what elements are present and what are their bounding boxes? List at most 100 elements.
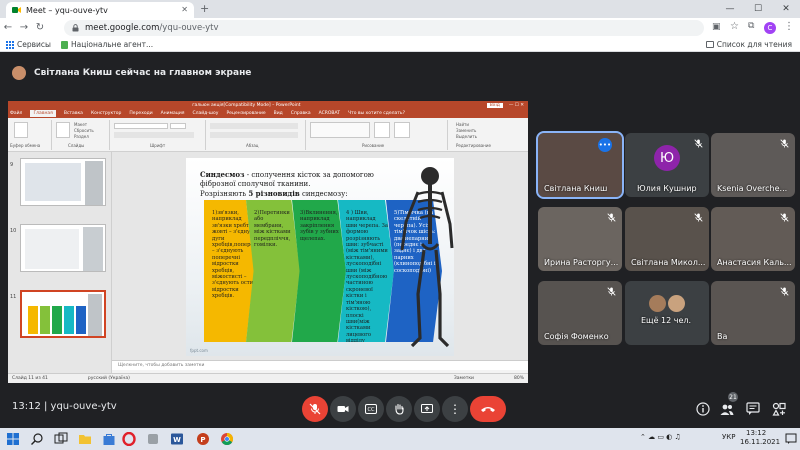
participant-tile[interactable]: Ksenia Overche... bbox=[711, 133, 795, 197]
notifications-icon[interactable] bbox=[784, 432, 798, 446]
camera-indicator-icon[interactable]: ▣ bbox=[712, 22, 721, 32]
section-button[interactable]: Раздел bbox=[74, 134, 89, 139]
tile-more-options-icon[interactable]: ••• bbox=[598, 138, 612, 152]
input-language[interactable]: УКР bbox=[722, 433, 735, 441]
svg-text:CC: CC bbox=[368, 407, 375, 413]
ppt-signin-button[interactable]: Вхід bbox=[486, 102, 503, 108]
participant-tile[interactable]: Анастасия Каль... bbox=[711, 207, 795, 271]
task-view-icon[interactable] bbox=[54, 432, 68, 446]
ppt-tab-design[interactable]: Конструктор bbox=[91, 111, 121, 116]
ppt-tab-home[interactable]: Главная bbox=[30, 110, 56, 117]
font-format-buttons[interactable] bbox=[114, 132, 194, 138]
ppt-tab-insert[interactable]: Вставка bbox=[64, 111, 83, 116]
font-name-select[interactable] bbox=[114, 123, 168, 129]
ppt-tab-animations[interactable]: Анимация bbox=[161, 111, 185, 116]
chat-icon[interactable] bbox=[746, 402, 760, 416]
reading-list-button[interactable]: Список для чтения bbox=[705, 40, 792, 49]
tray-icons[interactable]: ⌃ ☁ ▭ ◐ ♫ bbox=[640, 433, 681, 441]
store-icon[interactable] bbox=[102, 432, 116, 446]
skeleton-illustration bbox=[400, 167, 454, 348]
alignment-buttons[interactable] bbox=[210, 132, 298, 138]
participant-tile[interactable]: Світлана Микол... bbox=[625, 207, 709, 271]
reset-button[interactable]: Сбросить bbox=[74, 128, 94, 133]
powerpoint-icon[interactable]: P bbox=[196, 432, 210, 446]
browser-menu-icon[interactable]: ⋮ bbox=[784, 21, 794, 32]
raise-hand-button[interactable] bbox=[386, 396, 412, 422]
slide-thumbnail[interactable] bbox=[20, 224, 106, 272]
ppt-tab-view[interactable]: Вид bbox=[274, 111, 283, 116]
present-now-button[interactable] bbox=[414, 396, 440, 422]
arrange-icon[interactable] bbox=[374, 122, 390, 138]
clock-date[interactable]: 16.11.2021 bbox=[740, 438, 780, 446]
ppt-tab-transitions[interactable]: Переходи bbox=[129, 111, 152, 116]
bookmark-national-agency[interactable]: Національне агент... bbox=[60, 40, 153, 49]
search-icon[interactable] bbox=[30, 432, 44, 446]
activities-icon[interactable] bbox=[772, 402, 786, 416]
close-window-icon[interactable]: ✕ bbox=[772, 0, 800, 18]
participant-tile[interactable]: Ю Юлия Кушнир bbox=[625, 133, 709, 197]
forward-icon[interactable]: → bbox=[16, 19, 32, 37]
participant-tile[interactable]: ••• Світлана Книш bbox=[536, 131, 624, 199]
app-icon[interactable] bbox=[146, 432, 160, 446]
ribbon-group-paragraph: Абзац bbox=[206, 120, 306, 150]
clock-time[interactable]: 13:12 bbox=[746, 429, 766, 437]
leave-call-button[interactable] bbox=[470, 396, 506, 422]
shapes-gallery[interactable] bbox=[310, 122, 370, 138]
ppt-tell-me[interactable]: Что вы хотите сделать? bbox=[348, 111, 405, 116]
people-icon[interactable] bbox=[720, 402, 734, 416]
bookmark-star-icon[interactable]: ☆ bbox=[730, 21, 739, 32]
word-icon[interactable]: W bbox=[170, 432, 184, 446]
chrome-icon[interactable] bbox=[220, 432, 234, 446]
mic-off-icon bbox=[309, 403, 321, 415]
slide-thumbnail-selected[interactable] bbox=[20, 290, 106, 338]
extensions-icon[interactable]: ⧉ bbox=[748, 21, 754, 31]
captions-button[interactable]: CC bbox=[358, 396, 384, 422]
opera-icon[interactable] bbox=[122, 432, 136, 446]
participant-tile[interactable]: Ирина Расторгу... bbox=[538, 207, 622, 271]
ribbon-group-drawing: Рисование bbox=[306, 120, 448, 150]
status-zoom[interactable]: 80% bbox=[514, 376, 524, 381]
minimize-window-icon[interactable]: — bbox=[716, 0, 744, 18]
font-size-select[interactable] bbox=[170, 123, 186, 129]
back-icon[interactable]: ← bbox=[0, 19, 16, 37]
quick-styles-icon[interactable] bbox=[394, 122, 410, 138]
select-button[interactable]: Выделить bbox=[456, 134, 477, 139]
meet-favicon-icon bbox=[12, 7, 21, 13]
bookmark-services[interactable]: Сервисы bbox=[6, 40, 51, 49]
ppt-tab-review[interactable]: Рецензирование bbox=[226, 111, 265, 116]
camera-toggle-button[interactable] bbox=[330, 396, 356, 422]
ppt-window-controls-icon[interactable]: — ☐ ✕ bbox=[509, 103, 524, 108]
ppt-tab-acrobat[interactable]: ACROBAT bbox=[319, 111, 340, 116]
layout-button[interactable]: Макет bbox=[74, 122, 87, 127]
replace-button[interactable]: Заменить bbox=[456, 128, 476, 133]
participant-tile[interactable]: Софія Фоменко bbox=[538, 281, 622, 345]
ppt-tab-slideshow[interactable]: Слайд-шоу bbox=[192, 111, 218, 116]
hand-icon bbox=[395, 403, 404, 415]
participant-tile[interactable]: Ещё 12 чел. bbox=[625, 281, 709, 345]
maximize-window-icon[interactable]: ☐ bbox=[744, 0, 772, 18]
slide-thumbnail[interactable] bbox=[20, 158, 106, 206]
address-bar[interactable]: meet.google.com/yqu-ouve-ytv bbox=[64, 20, 704, 36]
status-notes-button[interactable]: Заметки bbox=[454, 376, 474, 381]
participant-name: Юлия Кушнир bbox=[637, 184, 697, 193]
paragraph-buttons[interactable] bbox=[210, 123, 298, 129]
new-slide-icon[interactable] bbox=[56, 122, 70, 138]
meeting-info-icon[interactable] bbox=[696, 402, 710, 416]
ppt-tab-file[interactable]: Файл bbox=[10, 111, 22, 116]
browser-tab-meet[interactable]: Meet – yqu-ouve-ytv ✕ bbox=[6, 2, 194, 18]
apps-grid-icon bbox=[6, 40, 14, 49]
participant-name: Софія Фоменко bbox=[544, 332, 609, 341]
find-button[interactable]: Найти bbox=[456, 122, 469, 127]
paste-icon[interactable] bbox=[14, 122, 28, 138]
more-options-button[interactable]: ⋮ bbox=[442, 396, 468, 422]
ppt-tab-help[interactable]: Справка bbox=[291, 111, 311, 116]
file-explorer-icon[interactable] bbox=[78, 432, 92, 446]
new-tab-icon[interactable]: + bbox=[200, 2, 209, 16]
reload-icon[interactable]: ↻ bbox=[32, 19, 48, 37]
mic-toggle-button[interactable] bbox=[302, 396, 328, 422]
participant-tile[interactable]: Ва bbox=[711, 281, 795, 345]
notes-pane[interactable]: Щелкните, чтобы добавить заметки bbox=[112, 360, 528, 370]
windows-start-icon[interactable] bbox=[6, 432, 20, 446]
profile-avatar[interactable]: C bbox=[764, 22, 776, 34]
close-tab-icon[interactable]: ✕ bbox=[181, 6, 188, 14]
